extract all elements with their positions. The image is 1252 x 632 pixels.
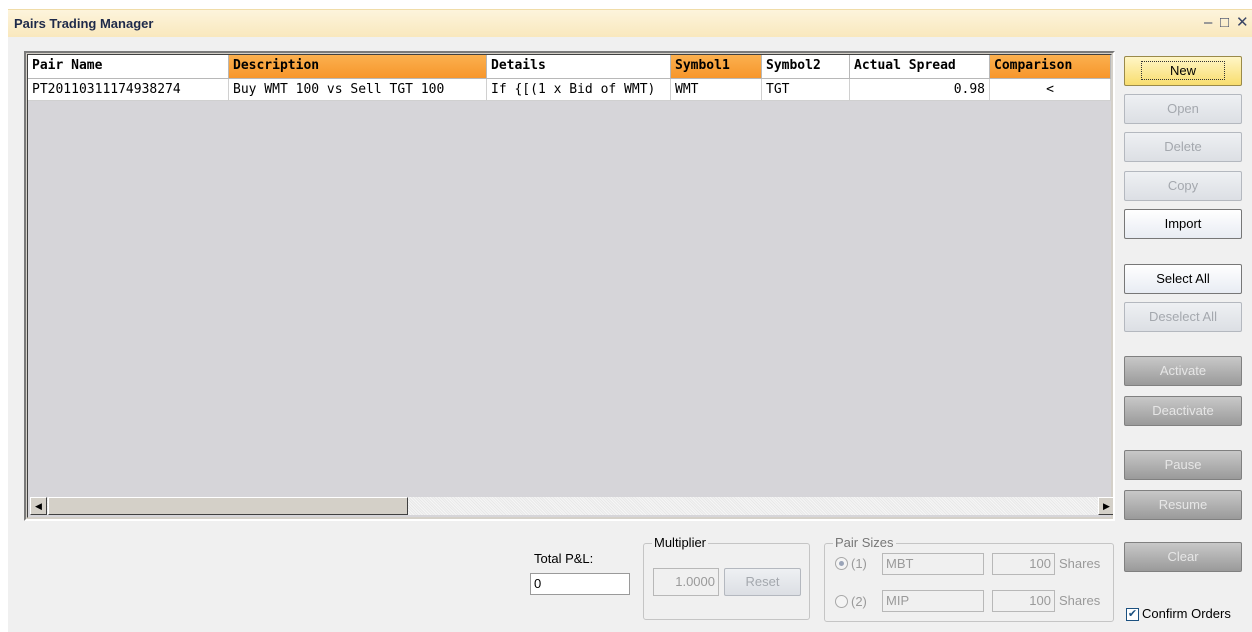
cell-symbol2: TGT: [762, 79, 850, 101]
reset-button[interactable]: Reset: [724, 568, 801, 596]
pair-size-option2-route[interactable]: MIP: [882, 590, 984, 612]
new-button-label: New: [1140, 61, 1225, 80]
open-button[interactable]: Open: [1124, 94, 1242, 124]
close-icon[interactable]: ✕: [1236, 15, 1249, 31]
import-button[interactable]: Import: [1124, 209, 1242, 239]
column-header-comparison[interactable]: Comparison: [990, 55, 1111, 79]
total-pnl-label: Total P&L:: [534, 551, 594, 566]
table-row[interactable]: PT20110311174938274 Buy WMT 100 vs Sell …: [28, 79, 1111, 101]
grid-header-row: Pair Name Description Details Symbol1 Sy…: [28, 55, 1111, 79]
scrollbar-thumb[interactable]: [48, 497, 408, 515]
scroll-right-icon[interactable]: ▶: [1098, 497, 1113, 515]
copy-button[interactable]: Copy: [1124, 171, 1242, 201]
total-pnl-field: 0: [530, 573, 630, 595]
horizontal-scrollbar[interactable]: ◀ ▶: [30, 497, 1113, 515]
scroll-left-icon[interactable]: ◀: [30, 497, 47, 515]
pairs-grid[interactable]: Pair Name Description Details Symbol1 Sy…: [24, 51, 1115, 521]
cell-description: Buy WMT 100 vs Sell TGT 100: [229, 79, 487, 101]
deselect-all-button[interactable]: Deselect All: [1124, 302, 1242, 332]
pause-button[interactable]: Pause: [1124, 450, 1242, 480]
cell-actual-spread: 0.98: [850, 79, 990, 101]
resume-button[interactable]: Resume: [1124, 490, 1242, 520]
pair-size-option2-unit: Shares: [1059, 593, 1101, 608]
pair-size-option1-radio[interactable]: [835, 557, 848, 570]
column-header-description[interactable]: Description: [229, 55, 487, 79]
cell-details: If {[(1 x Bid of WMT): [487, 79, 671, 101]
pair-size-option1-route[interactable]: MBT: [882, 553, 984, 575]
pair-size-option2-shares[interactable]: 100: [992, 590, 1055, 612]
column-header-details[interactable]: Details: [487, 55, 671, 79]
activate-button[interactable]: Activate: [1124, 356, 1242, 386]
pair-size-option1-unit: Shares: [1059, 556, 1101, 571]
confirm-orders-label[interactable]: Confirm Orders: [1142, 606, 1231, 621]
pair-size-option1-shares[interactable]: 100: [992, 553, 1055, 575]
deactivate-button[interactable]: Deactivate: [1124, 396, 1242, 426]
column-header-symbol2[interactable]: Symbol2: [762, 55, 850, 79]
confirm-orders-checkbox[interactable]: ✔: [1126, 608, 1139, 621]
column-header-actual-spread[interactable]: Actual Spread: [850, 55, 990, 79]
window-title: Pairs Trading Manager: [14, 16, 154, 31]
new-button[interactable]: New: [1124, 56, 1242, 86]
select-all-button[interactable]: Select All: [1124, 264, 1242, 294]
pair-size-option1-label: (1): [851, 556, 867, 571]
column-header-symbol1[interactable]: Symbol1: [671, 55, 762, 79]
cell-pair-name: PT20110311174938274: [28, 79, 229, 101]
minimize-icon[interactable]: –: [1204, 15, 1212, 31]
cell-comparison: <: [990, 79, 1111, 101]
pair-size-option2-label: (2): [851, 594, 867, 609]
multiplier-input[interactable]: 1.0000: [653, 568, 719, 596]
grid-body: Pair Name Description Details Symbol1 Sy…: [27, 54, 1113, 518]
title-bar: Pairs Trading Manager – □ ✕: [8, 9, 1252, 37]
multiplier-group-title: Multiplier: [652, 535, 709, 550]
maximize-icon[interactable]: □: [1220, 15, 1229, 31]
clear-button[interactable]: Clear: [1124, 542, 1242, 572]
column-header-pair-name[interactable]: Pair Name: [28, 55, 229, 79]
cell-symbol1: WMT: [671, 79, 762, 101]
delete-button[interactable]: Delete: [1124, 132, 1242, 162]
pair-sizes-group-title: Pair Sizes: [833, 535, 896, 550]
pair-size-option2-radio[interactable]: [835, 595, 848, 608]
